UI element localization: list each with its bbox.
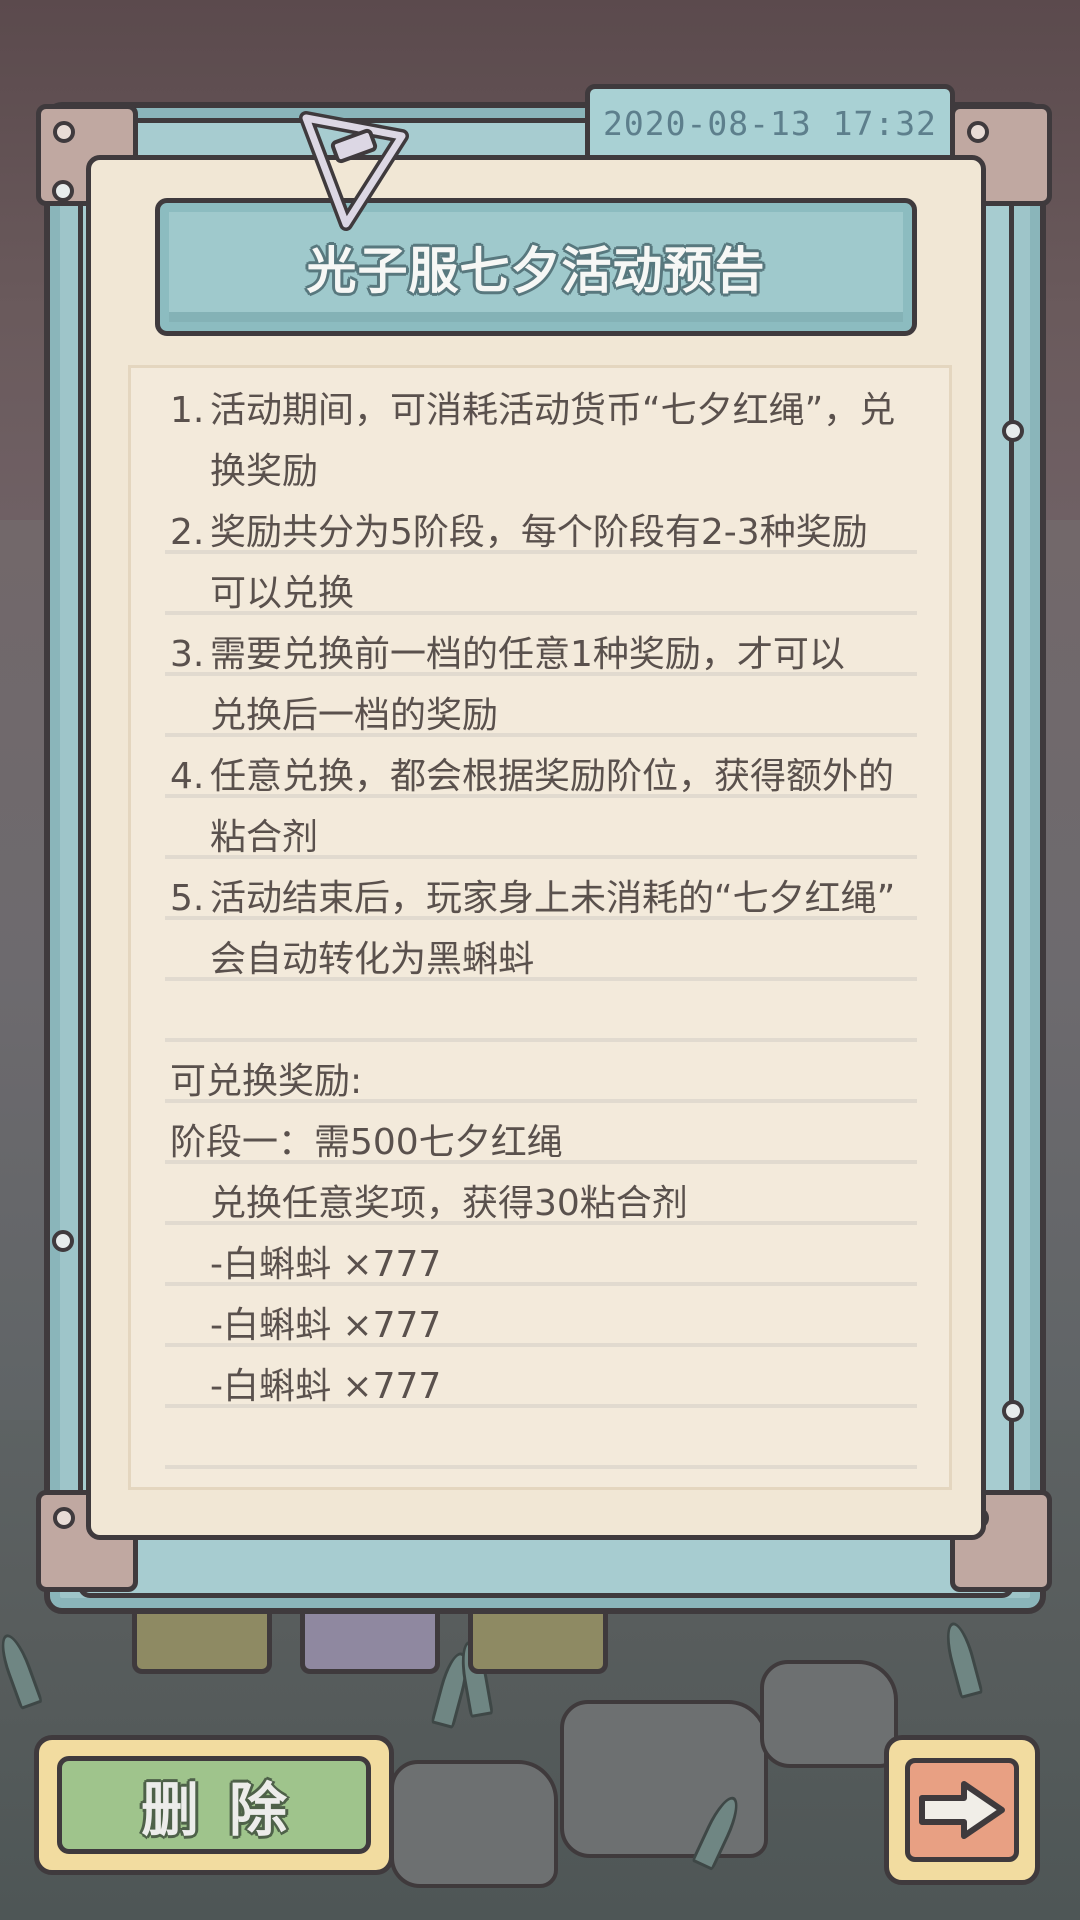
- rock: [390, 1760, 558, 1888]
- stage-one-requirement: 阶段一：需500七夕红绳: [170, 1122, 563, 1163]
- delete-button-face[interactable]: 删除: [57, 1756, 371, 1854]
- rivet: [1002, 420, 1024, 442]
- rule-text: 任意兑换，都会根据奖励阶位，获得额外的: [210, 756, 895, 797]
- stage-one-note: 兑换任意奖项，获得30粘合剂: [210, 1183, 688, 1224]
- rule-item: 4. 任意兑换，都会根据奖励阶位，获得额外的 粘合剂: [170, 746, 930, 868]
- timestamp: 2020-08-13 17:32: [603, 103, 937, 143]
- delete-button[interactable]: 删除: [34, 1735, 394, 1875]
- rule-text: 需要兑换前一档的任意1种奖励，才可以: [210, 634, 845, 675]
- title-banner: 光子服七夕活动预告: [155, 198, 917, 336]
- next-button-face[interactable]: [905, 1758, 1019, 1862]
- rule-number: 1.: [170, 390, 205, 431]
- reward-item: -白蝌蚪 ×777: [210, 1244, 442, 1285]
- timestamp-tab: 2020-08-13 17:32: [585, 84, 955, 162]
- rule-text: 兑换后一档的奖励: [210, 695, 499, 736]
- rule-text: 活动结束后，玩家身上未消耗的“七夕红绳”: [210, 878, 896, 919]
- rock: [560, 1700, 768, 1858]
- rivet: [52, 180, 74, 202]
- arrow-right-icon: [919, 1781, 1005, 1839]
- rule-number: 3.: [170, 634, 205, 675]
- delete-button-label: 删除: [140, 1776, 317, 1844]
- reward-item: -白蝌蚪 ×777: [210, 1305, 442, 1346]
- rule-text: 活动期间，可消耗活动货币“七夕红绳”，兑: [210, 390, 896, 431]
- paperclip-pin-icon: [299, 111, 409, 231]
- rewards-heading: 可兑换奖励:: [170, 1061, 363, 1102]
- rule-text: 会自动转化为黑蝌蚪: [210, 939, 535, 980]
- rule-item: 3. 需要兑换前一档的任意1种奖励，才可以 兑换后一档的奖励: [170, 624, 930, 746]
- rule-text: 换奖励: [210, 451, 319, 492]
- rock: [760, 1660, 898, 1768]
- rule-number: 5.: [170, 878, 205, 919]
- rule-item: 1. 活动期间，可消耗活动货币“七夕红绳”，兑 换奖励: [170, 380, 930, 502]
- rule-text: 可以兑换: [210, 573, 355, 614]
- rule-text: 粘合剂: [210, 817, 319, 858]
- rule-item: 2. 奖励共分为5阶段，每个阶段有2-3种奖励 可以兑换: [170, 502, 930, 624]
- rivet: [52, 1230, 74, 1252]
- notice-title: 光子服七夕活动预告: [306, 242, 766, 300]
- rule-number: 2.: [170, 512, 205, 553]
- rule-number: 4.: [170, 756, 205, 797]
- rule-item: 5. 活动结束后，玩家身上未消耗的“七夕红绳” 会自动转化为黑蝌蚪: [170, 868, 930, 990]
- next-button[interactable]: [884, 1735, 1040, 1885]
- rivet: [1002, 1400, 1024, 1422]
- reward-item: -白蝌蚪 ×777: [210, 1366, 442, 1407]
- rule-text: 奖励共分为5阶段，每个阶段有2-3种奖励: [210, 512, 868, 553]
- notice-body: 1. 活动期间，可消耗活动货币“七夕红绳”，兑 换奖励 2. 奖励共分为5阶段，每…: [170, 380, 930, 1417]
